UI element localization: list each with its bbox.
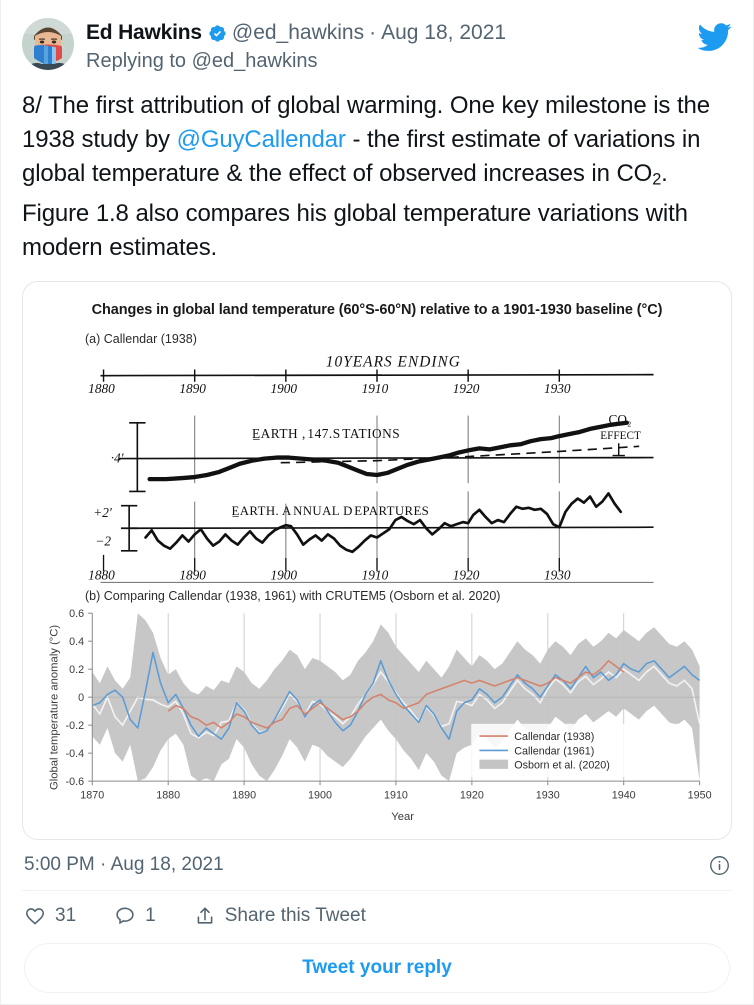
svg-text:1910: 1910 <box>362 567 389 582</box>
panel-b-xlabel: Year <box>391 811 414 823</box>
legend-label: Callendar (1938) <box>514 731 594 743</box>
svg-text:1890: 1890 <box>179 567 206 582</box>
reply-action[interactable]: 1 <box>114 905 156 927</box>
panel-a-scale-minus2: −2 <box>95 533 111 548</box>
heart-icon <box>24 905 46 927</box>
panel-a-scale-upper: ·4' <box>111 450 125 465</box>
comment-icon <box>114 905 136 927</box>
svg-text:1890: 1890 <box>179 381 206 396</box>
tweet-timestamp[interactable]: 5:00 PM · Aug 18, 2021 <box>24 854 224 876</box>
svg-text:1880: 1880 <box>88 381 115 396</box>
panel-b-legend: Callendar (1938) Callendar (1961) Osborn e… <box>471 724 682 777</box>
panel-b-xtick: 1870 <box>80 790 104 802</box>
panel-b-xtick: 1950 <box>688 790 712 802</box>
legend-label: Osborn et al. (2020) <box>514 760 610 772</box>
panel-a-label-earth-stations: E̲ARTH , 147.S TATIONS <box>252 426 400 441</box>
panel-a-chart: 10YEARS ENDING 1880 1890 1900 1910 1920 1930 <box>39 348 715 584</box>
panel-b-svg: Global temperature anomaly (°C) Year 0.6… <box>39 605 715 825</box>
panel-b-xtick: 1880 <box>156 790 180 802</box>
display-name[interactable]: Ed Hawkins <box>86 19 202 46</box>
panel-b-xtick: 1930 <box>536 790 560 802</box>
card-left-border <box>0 0 1 1005</box>
author-handle[interactable]: @ed_hawkins <box>232 19 364 46</box>
panel-a-annual-departures-series <box>146 493 621 551</box>
tweet-your-reply-button[interactable]: Tweet your reply <box>24 943 730 993</box>
author-line: Ed Hawkins @ed_hawkins · Aug 18, 2021 <box>86 19 686 46</box>
panel-b-ytick-labels: 0.6 0.4 0.2 0 -0.2 -0.4 -0.6 <box>66 608 85 788</box>
tweet-media-figure[interactable]: Changes in global land temperature (60°S… <box>22 281 732 841</box>
panel-a-top-ticks: 1880 1890 1900 1910 1920 1930 <box>88 381 571 396</box>
panel-b-ytick: -0.2 <box>66 720 85 732</box>
info-circle-icon[interactable] <box>709 855 730 876</box>
panel-b-ytick: -0.4 <box>66 748 85 760</box>
share-label: Share this Tweet <box>225 905 366 927</box>
panel-b-xtick: 1910 <box>384 790 408 802</box>
panel-b-chart: Global temperature anomaly (°C) Year 0.6… <box>39 605 715 825</box>
avatar-image <box>22 18 74 70</box>
co2-subscript: 2 <box>652 171 661 189</box>
svg-text:1910: 1910 <box>362 381 389 396</box>
tweet-date[interactable]: Aug 18, 2021 <box>381 19 506 46</box>
figure-title: Changes in global land temperature (60°S… <box>39 302 715 318</box>
panel-b-ytick: 0.2 <box>69 664 84 676</box>
panel-b-ytick: -0.6 <box>66 776 85 788</box>
share-icon <box>194 905 216 927</box>
panel-a-top-axis-label: 10YEARS ENDING <box>326 353 461 370</box>
svg-text:1900: 1900 <box>270 381 297 396</box>
tweet-text: 8/ The first attribution of global warmi… <box>22 89 732 265</box>
panel-b-xtick: 1900 <box>308 790 332 802</box>
svg-text:1880: 1880 <box>88 567 115 582</box>
legend-swatch-band <box>479 760 508 769</box>
panel-b-ytick: 0.4 <box>69 636 84 648</box>
svg-text:1900: 1900 <box>270 567 297 582</box>
header-text-block: Ed Hawkins @ed_hawkins · Aug 18, 2021 Re… <box>86 18 686 75</box>
panel-b-ylabel: Global temperature anomaly (°C) <box>48 625 60 790</box>
separator-dot: · <box>364 19 381 46</box>
avatar[interactable] <box>22 18 74 70</box>
panel-b-ytick: 0 <box>78 692 84 704</box>
like-count: 31 <box>55 905 76 927</box>
panel-b-xtick: 1890 <box>232 790 256 802</box>
panel-b-ytick: 0.6 <box>69 608 84 620</box>
panel-a-bottom-ticks: 1880 1890 1900 1910 1920 1930 <box>88 567 571 582</box>
svg-text:1930: 1930 <box>544 567 571 582</box>
verified-icon <box>208 23 227 42</box>
panel-a-label-effect: EFFECT <box>600 430 641 442</box>
panel-a-label-annual-departures: E̲ARTH. A NNUAL D EPARTURES <box>232 504 430 518</box>
panel-a-scale-plus2: +2' <box>93 505 113 520</box>
panel-b-caption: (b) Comparing Callendar (1938, 1961) wit… <box>85 589 715 603</box>
twitter-bird-icon[interactable] <box>698 20 732 54</box>
tweet-header: Ed Hawkins @ed_hawkins · Aug 18, 2021 Re… <box>22 18 732 75</box>
like-action[interactable]: 31 <box>24 905 76 927</box>
mention-link[interactable]: @GuyCallendar <box>177 126 346 153</box>
replying-to[interactable]: Replying to @ed_hawkins <box>86 48 686 75</box>
panel-a-svg: 10YEARS ENDING 1880 1890 1900 1910 1920 1930 <box>39 348 715 584</box>
tweet-actions: 31 1 Share this Tweet <box>22 891 732 937</box>
tweet-card: Ed Hawkins @ed_hawkins · Aug 18, 2021 Re… <box>0 0 754 1005</box>
reply-count: 1 <box>145 905 156 927</box>
svg-text:1920: 1920 <box>453 381 480 396</box>
panel-b-xtick: 1940 <box>612 790 636 802</box>
share-action[interactable]: Share this Tweet <box>194 905 366 927</box>
panel-b-xtick: 1920 <box>460 790 484 802</box>
tweet-meta-row: 5:00 PM · Aug 18, 2021 <box>22 840 732 890</box>
svg-text:1920: 1920 <box>453 567 480 582</box>
panel-a-caption: (a) Callendar (1938) <box>85 332 715 346</box>
panel-b-xtick-labels: 1870 1880 1890 1900 1910 1920 1930 1940 1950 <box>80 790 711 802</box>
legend-label: Callendar (1961) <box>514 745 594 757</box>
svg-text:1930: 1930 <box>544 381 571 396</box>
